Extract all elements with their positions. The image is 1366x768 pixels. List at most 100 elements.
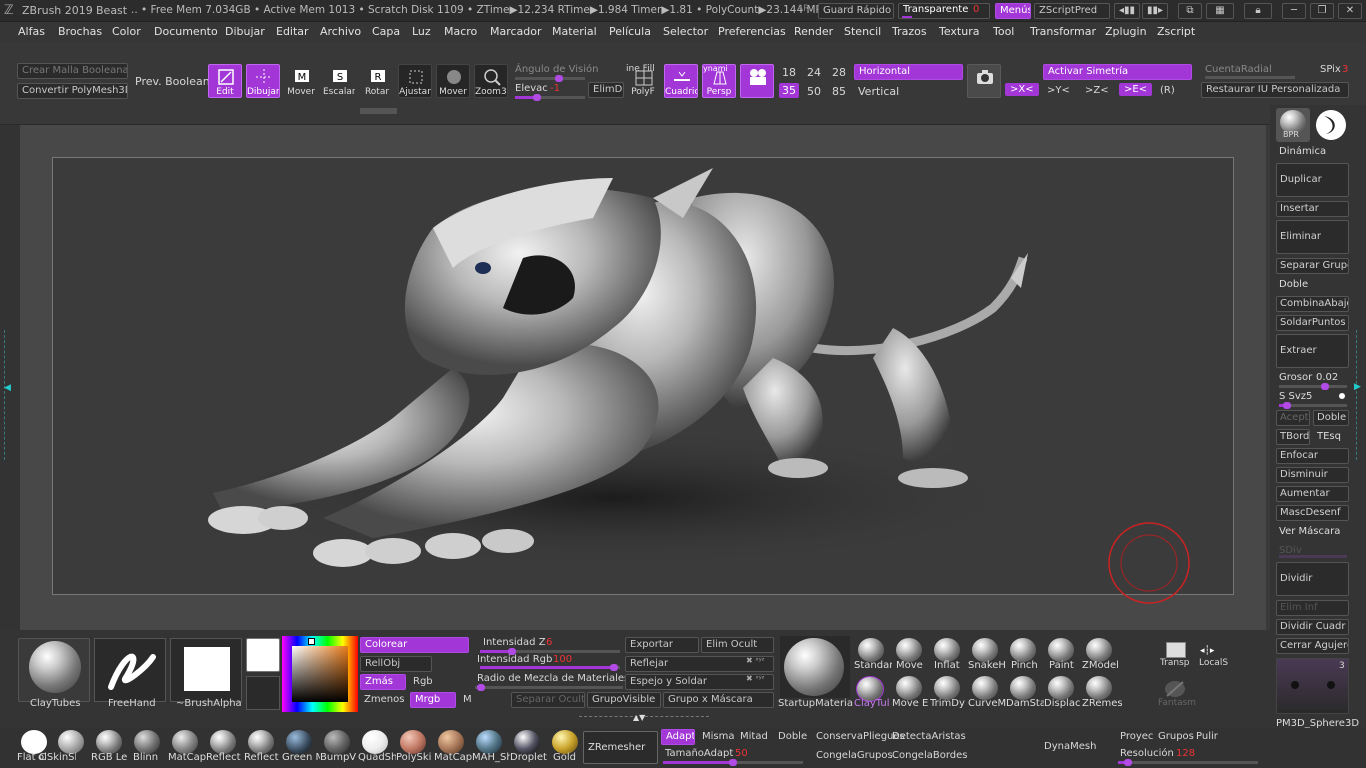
split-group-button[interactable]: Separar Grupo xyxy=(1276,258,1349,274)
menu-marcador[interactable]: Marcador xyxy=(490,25,542,38)
material-blend-slider[interactable] xyxy=(475,684,623,691)
brush-inflate[interactable]: Inflat xyxy=(934,660,972,671)
menu-trazos[interactable]: Trazos xyxy=(892,25,927,38)
resolution-slider[interactable] xyxy=(1118,759,1258,766)
symmetry-y-button[interactable]: >Y< xyxy=(1047,85,1070,96)
fov-24[interactable]: 24 xyxy=(807,66,821,79)
menu-color[interactable]: Color xyxy=(112,25,141,38)
view-angle-slider[interactable] xyxy=(515,75,585,82)
bpr-button[interactable]: BPR xyxy=(1276,108,1310,142)
fov-18[interactable]: 18 xyxy=(782,66,796,79)
fov-85[interactable]: 85 xyxy=(832,85,846,98)
insert-button[interactable]: Insertar xyxy=(1276,201,1349,217)
radial-count-label[interactable]: CuentaRadial xyxy=(1205,64,1272,75)
show-mask-toggle[interactable]: Ver Máscara xyxy=(1279,526,1340,537)
same-toggle[interactable]: Misma xyxy=(702,731,735,742)
adaptive-size-slider[interactable] xyxy=(663,759,803,766)
symmetry-x-button[interactable]: >X< xyxy=(1005,83,1039,96)
layout-icon[interactable]: ⧉ xyxy=(1178,3,1202,19)
fit-button[interactable]: Ajustar xyxy=(398,64,432,98)
menu-macro[interactable]: Macro xyxy=(444,25,477,38)
brush-trimdynamic[interactable]: TrimDy xyxy=(930,698,968,709)
brush-displace[interactable]: Displac xyxy=(1044,698,1082,709)
ssvz-slider[interactable] xyxy=(1279,402,1347,409)
brush-curvemesh[interactable]: CurveM xyxy=(968,698,1006,709)
focus-button[interactable]: Enfocar xyxy=(1276,448,1349,464)
resolution-label[interactable]: Resolución xyxy=(1120,748,1174,759)
detect-edges-toggle[interactable]: DetectaAristas xyxy=(892,731,966,742)
color-cursor[interactable] xyxy=(308,638,315,645)
menu-tool[interactable]: Tool xyxy=(993,25,1014,38)
draw-button[interactable]: Dibujar xyxy=(246,64,280,98)
menu-selector[interactable]: Selector xyxy=(663,25,708,38)
menus-toggle[interactable]: Menús xyxy=(995,3,1031,19)
material-matcap-2[interactable]: MatCap xyxy=(434,752,472,763)
ghost-icon[interactable] xyxy=(1163,680,1187,698)
document-canvas[interactable] xyxy=(20,125,1266,630)
double-label[interactable]: Doble xyxy=(1279,279,1308,290)
polyf-button[interactable]: PolyF xyxy=(626,64,660,98)
half-toggle[interactable]: Mitad xyxy=(740,731,768,742)
zscript-dropdown[interactable]: ZScriptPred xyxy=(1034,3,1110,19)
menu-pelicula[interactable]: Película xyxy=(609,25,651,38)
menu-zscript[interactable]: Zscript xyxy=(1157,25,1195,38)
lock-icon[interactable]: 🔒︎ xyxy=(1244,3,1272,19)
brush-move-elastic[interactable]: Move E xyxy=(892,698,930,709)
tesq-toggle[interactable]: TEsq xyxy=(1317,431,1341,442)
elevation-label[interactable]: Elevac xyxy=(515,83,548,94)
prev-icon[interactable]: ◂▮▮ xyxy=(1114,3,1140,19)
tray-collapse-icon[interactable]: ▲▼ xyxy=(633,713,645,722)
menu-alfas[interactable]: Alfas xyxy=(18,25,45,38)
project-toggle[interactable]: Proyec xyxy=(1120,731,1153,742)
transparent-slider[interactable]: Transparente 0 xyxy=(898,3,990,19)
separate-hidden-button[interactable]: Separar Ocultos xyxy=(511,692,585,708)
close-icon[interactable]: ✕ xyxy=(1338,3,1362,19)
zadd-toggle[interactable]: Zmás xyxy=(360,674,406,690)
material-mah-sh[interactable]: MAH_Sh xyxy=(472,752,510,763)
maximize-icon[interactable]: ❐ xyxy=(1310,3,1334,19)
scale-button[interactable]: S Escalar xyxy=(322,64,356,98)
material-selector[interactable] xyxy=(780,636,850,698)
restore-ui-button[interactable]: Restaurar IU Personalizada xyxy=(1201,82,1349,98)
menu-render[interactable]: Render xyxy=(794,25,833,38)
divide-button[interactable]: Dividir xyxy=(1276,562,1349,596)
rgb-toggle[interactable]: Rgb xyxy=(413,676,433,687)
group-visible-button[interactable]: GrupoVisible xyxy=(587,692,661,708)
weld-points-button[interactable]: SoldarPuntos xyxy=(1276,315,1349,331)
menu-material[interactable]: Material xyxy=(552,25,597,38)
symmetry-e-button[interactable]: >E< xyxy=(1119,83,1153,96)
adaptive-size-label[interactable]: TamañoAdapt xyxy=(665,748,733,759)
z-intensity-label[interactable]: Intensidad Z xyxy=(483,637,546,648)
menu-documento[interactable]: Documento xyxy=(154,25,218,38)
double-remesh-toggle[interactable]: Doble xyxy=(778,731,807,742)
accept-button[interactable]: Acept xyxy=(1276,410,1310,426)
zoom3d-button[interactable]: Zoom3D xyxy=(474,64,508,98)
merge-down-button[interactable]: CombinaAbajo xyxy=(1276,296,1349,312)
boolean-mesh-button[interactable]: Crear Malla Booleana xyxy=(17,63,128,79)
alpha-selector[interactable] xyxy=(170,638,242,702)
floor-grid-button[interactable]: Cuadric xyxy=(664,64,698,98)
polish-toggle[interactable]: Pulir xyxy=(1196,731,1218,742)
sdiv-slider[interactable] xyxy=(1279,555,1347,558)
thickness-slider[interactable] xyxy=(1279,383,1347,390)
menu-stencil[interactable]: Stencil xyxy=(844,25,881,38)
groups-toggle[interactable]: Grupos xyxy=(1158,731,1194,742)
snapshot-button[interactable] xyxy=(967,64,1001,98)
group-by-mask-button[interactable]: Grupo x Máscara xyxy=(663,692,774,708)
material-reflect-2[interactable]: Reflect xyxy=(244,752,282,763)
color-square[interactable] xyxy=(292,646,348,702)
material-quadshade[interactable]: QuadSh xyxy=(358,752,396,763)
material-matcap[interactable]: MatCap xyxy=(168,752,206,763)
symmetry-z-button[interactable]: >Z< xyxy=(1085,85,1109,96)
menu-luz[interactable]: Luz xyxy=(412,25,431,38)
material-reflect-1[interactable]: Reflect xyxy=(206,752,244,763)
material-rgb-level[interactable]: RGB Le xyxy=(91,752,129,763)
close-holes-button[interactable]: Cerrar Agujero xyxy=(1276,638,1349,654)
del-lower-button[interactable]: Elim Inf xyxy=(1276,600,1349,616)
elimdi-button[interactable]: ElimDi xyxy=(588,82,624,98)
dynamesh-button[interactable]: DynaMesh xyxy=(1044,741,1096,752)
unmask-button[interactable]: MascDesenf xyxy=(1276,505,1349,521)
brush-claytubes[interactable]: ClayTul xyxy=(854,698,892,709)
spotlight-icon[interactable] xyxy=(1314,108,1348,142)
mrgb-toggle[interactable]: Mrgb xyxy=(410,692,456,708)
